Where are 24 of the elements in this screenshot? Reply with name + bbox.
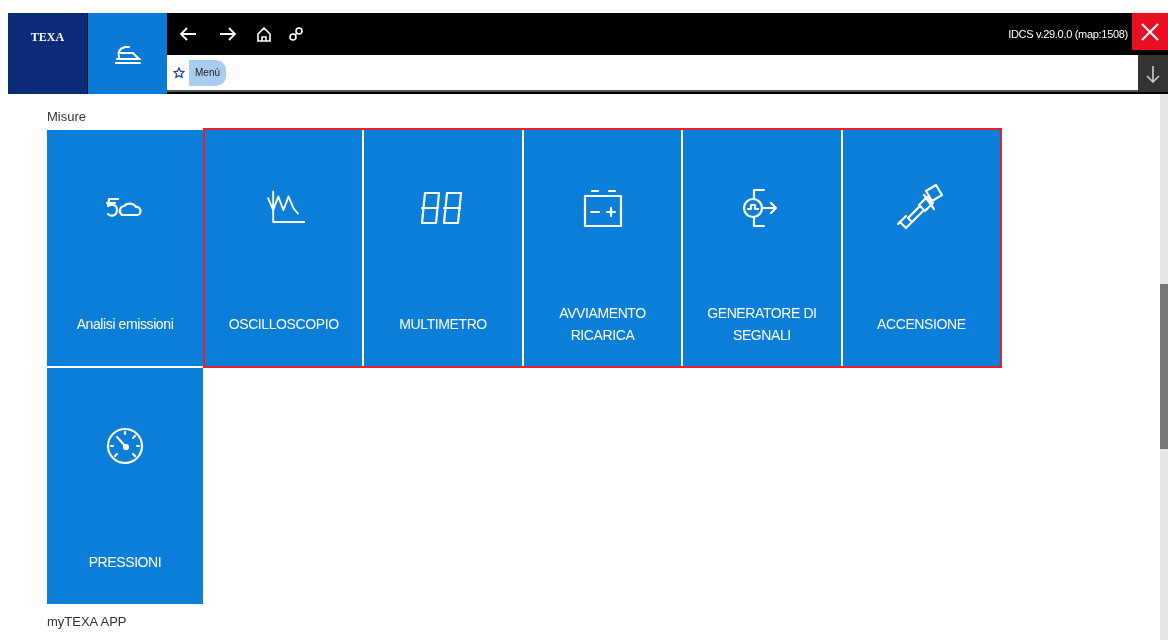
version-label: IDCS v.29.0.0 (map:1508) (1008, 26, 1128, 42)
menu-tile[interactable]: GENERATORE DI SEGNALI (683, 130, 841, 366)
down-arrow-icon (1146, 64, 1160, 83)
menu-tile[interactable]: MULTIMETRO (364, 130, 522, 366)
menu-tile[interactable]: OSCILLOSCOPIO (205, 130, 363, 366)
app-button[interactable] (88, 13, 167, 94)
menu-tile[interactable]: PRESSIONI (47, 368, 203, 604)
section-heading: Misure (47, 109, 87, 125)
link-icon (288, 26, 304, 42)
exhaust-cloud-icon (105, 196, 145, 220)
breadcrumb-item[interactable]: Menù (189, 59, 226, 86)
section-heading: myTEXA APP (47, 614, 128, 630)
star-icon[interactable] (173, 66, 185, 79)
texa-logo: TEXA (30, 29, 65, 45)
menu-tile[interactable]: ACCENSIONE (842, 130, 1001, 366)
menu-tile[interactable]: Analisi emissioni (47, 130, 203, 366)
forward-arrow-icon (219, 26, 237, 42)
scrollbar-thumb[interactable] (1160, 284, 1168, 449)
download-button[interactable] (1138, 55, 1168, 92)
menu-tile[interactable]: AVVIAMENTO RICARICA (523, 130, 682, 366)
close-icon (1141, 22, 1159, 41)
close-button[interactable] (1132, 13, 1168, 50)
back-arrow-icon (179, 26, 197, 42)
home-icon (256, 26, 272, 42)
